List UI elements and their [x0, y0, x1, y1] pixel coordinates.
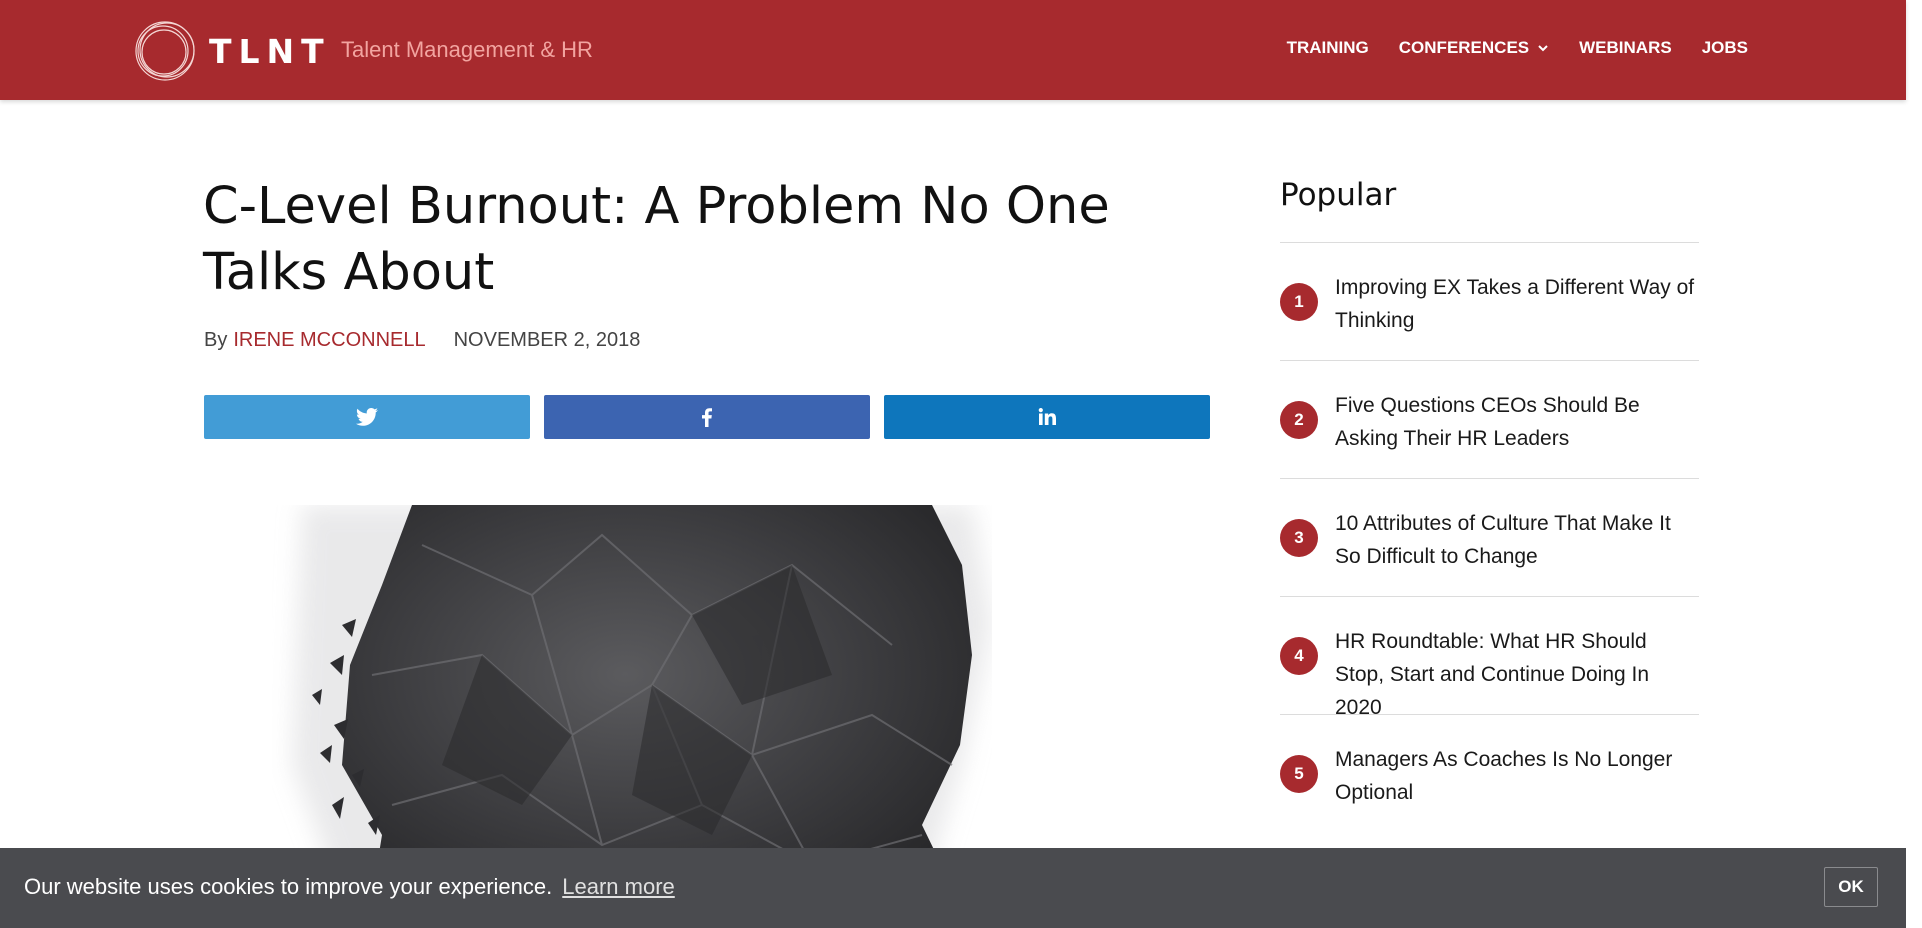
cookie-ok-button[interactable]: OK [1824, 867, 1878, 907]
share-twitter-button[interactable] [204, 395, 530, 439]
popular-heading: Popular [1280, 177, 1397, 213]
nav-training-label: TRAINING [1286, 38, 1369, 57]
logo-text: TLNT [209, 31, 331, 71]
nav-training[interactable]: TRAINING [1287, 38, 1369, 58]
popular-link[interactable]: Managers As Coaches Is No Longer Optiona… [1335, 743, 1700, 809]
rank-badge: 1 [1280, 283, 1318, 321]
cookie-banner: Our website uses cookies to improve your… [0, 848, 1906, 928]
popular-item: 3 10 Attributes of Culture That Make It … [1280, 478, 1699, 596]
author-link[interactable]: IRENE MCCONNELL [233, 329, 425, 352]
chevron-down-icon [1538, 45, 1548, 52]
share-linkedin-button[interactable] [884, 395, 1210, 439]
main-nav: TRAINING CONFERENCES WEBINARS JOBS [1257, 38, 1748, 58]
byline: By IRENE MCCONNELL NOVEMBER 2, 2018 [204, 329, 640, 352]
cookie-learn-more-link[interactable]: Learn more [562, 874, 675, 899]
nav-conferences-label: CONFERENCES [1398, 38, 1530, 57]
nav-webinars-label: WEBINARS [1579, 38, 1672, 57]
logo-rings-icon [135, 21, 195, 81]
nav-jobs-label: JOBS [1701, 38, 1748, 57]
by-label: By [204, 329, 228, 351]
rank-badge: 5 [1280, 755, 1318, 793]
linkedin-icon [1038, 408, 1056, 425]
rank-badge: 4 [1280, 637, 1318, 675]
popular-link[interactable]: 10 Attributes of Culture That Make It So… [1335, 507, 1700, 573]
nav-conferences[interactable]: CONFERENCES [1399, 38, 1549, 58]
facebook-icon [702, 408, 712, 427]
share-facebook-button[interactable] [544, 395, 870, 439]
popular-item: 1 Improving EX Takes a Different Way of … [1280, 242, 1699, 360]
cookie-message: Our website uses cookies to improve your… [24, 874, 553, 899]
popular-link[interactable]: Improving EX Takes a Different Way of Th… [1335, 271, 1700, 337]
site-logo[interactable]: TLNT [133, 20, 331, 82]
popular-link[interactable]: Five Questions CEOs Should Be Asking The… [1335, 389, 1700, 455]
rank-badge: 3 [1280, 519, 1318, 557]
popular-link[interactable]: HR Roundtable: What HR Should Stop, Star… [1335, 625, 1700, 724]
nav-webinars[interactable]: WEBINARS [1579, 38, 1672, 58]
popular-item: 5 Managers As Coaches Is No Longer Optio… [1280, 714, 1699, 832]
popular-list: 1 Improving EX Takes a Different Way of … [1280, 242, 1699, 832]
twitter-icon [356, 408, 378, 426]
article-title: C-Level Burnout: A Problem No One Talks … [203, 177, 1110, 302]
nav-jobs[interactable]: JOBS [1702, 38, 1748, 58]
popular-item: 2 Five Questions CEOs Should Be Asking T… [1280, 360, 1699, 478]
publish-date: NOVEMBER 2, 2018 [453, 329, 641, 351]
cookie-message-row: Our website uses cookies to improve your… [24, 874, 675, 900]
popular-item: 4 HR Roundtable: What HR Should Stop, St… [1280, 596, 1699, 719]
rank-badge: 2 [1280, 401, 1318, 439]
site-tagline: Talent Management & HR [341, 37, 593, 62]
site-header: TLNT Talent Management & HR TRAINING CON… [0, 0, 1906, 100]
